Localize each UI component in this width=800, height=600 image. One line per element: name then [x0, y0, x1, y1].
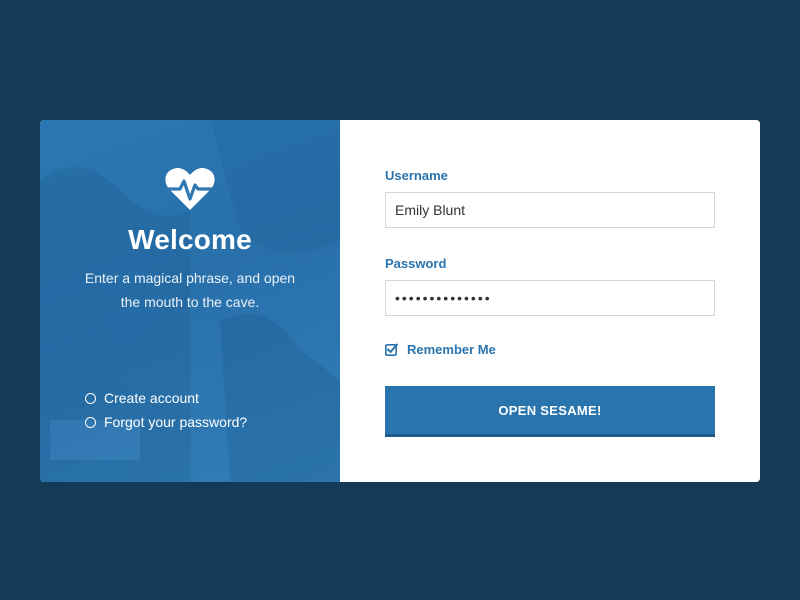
circle-icon	[85, 392, 96, 404]
create-account-label: Create account	[104, 390, 199, 406]
password-label: Password	[385, 256, 447, 271]
login-form: Username Password Remember Me OPEN SESAM…	[340, 120, 760, 482]
login-card: Welcome Enter a magical phrase, and open…	[40, 120, 760, 482]
username-label: Username	[385, 168, 448, 183]
open-sesame-button[interactable]: OPEN SESAME!	[385, 386, 715, 437]
password-field[interactable]	[385, 280, 715, 316]
circle-icon	[85, 416, 96, 428]
username-field[interactable]	[385, 192, 715, 228]
remember-me-label: Remember Me	[407, 342, 496, 357]
remember-me-checkbox[interactable]: Remember Me	[385, 342, 496, 357]
forgot-password-label: Forgot your password?	[104, 414, 248, 430]
welcome-panel: Welcome Enter a magical phrase, and open…	[40, 120, 340, 482]
welcome-title: Welcome	[128, 224, 252, 255]
heart-pulse-icon	[165, 167, 215, 210]
welcome-tagline: Enter a magical phrase, and open the mou…	[84, 270, 296, 310]
create-account-link[interactable]: Create account	[85, 386, 247, 410]
account-links: Create account Forgot your password?	[85, 386, 247, 434]
checkbox-checked-icon	[385, 343, 398, 356]
forgot-password-link[interactable]: Forgot your password?	[85, 410, 247, 434]
